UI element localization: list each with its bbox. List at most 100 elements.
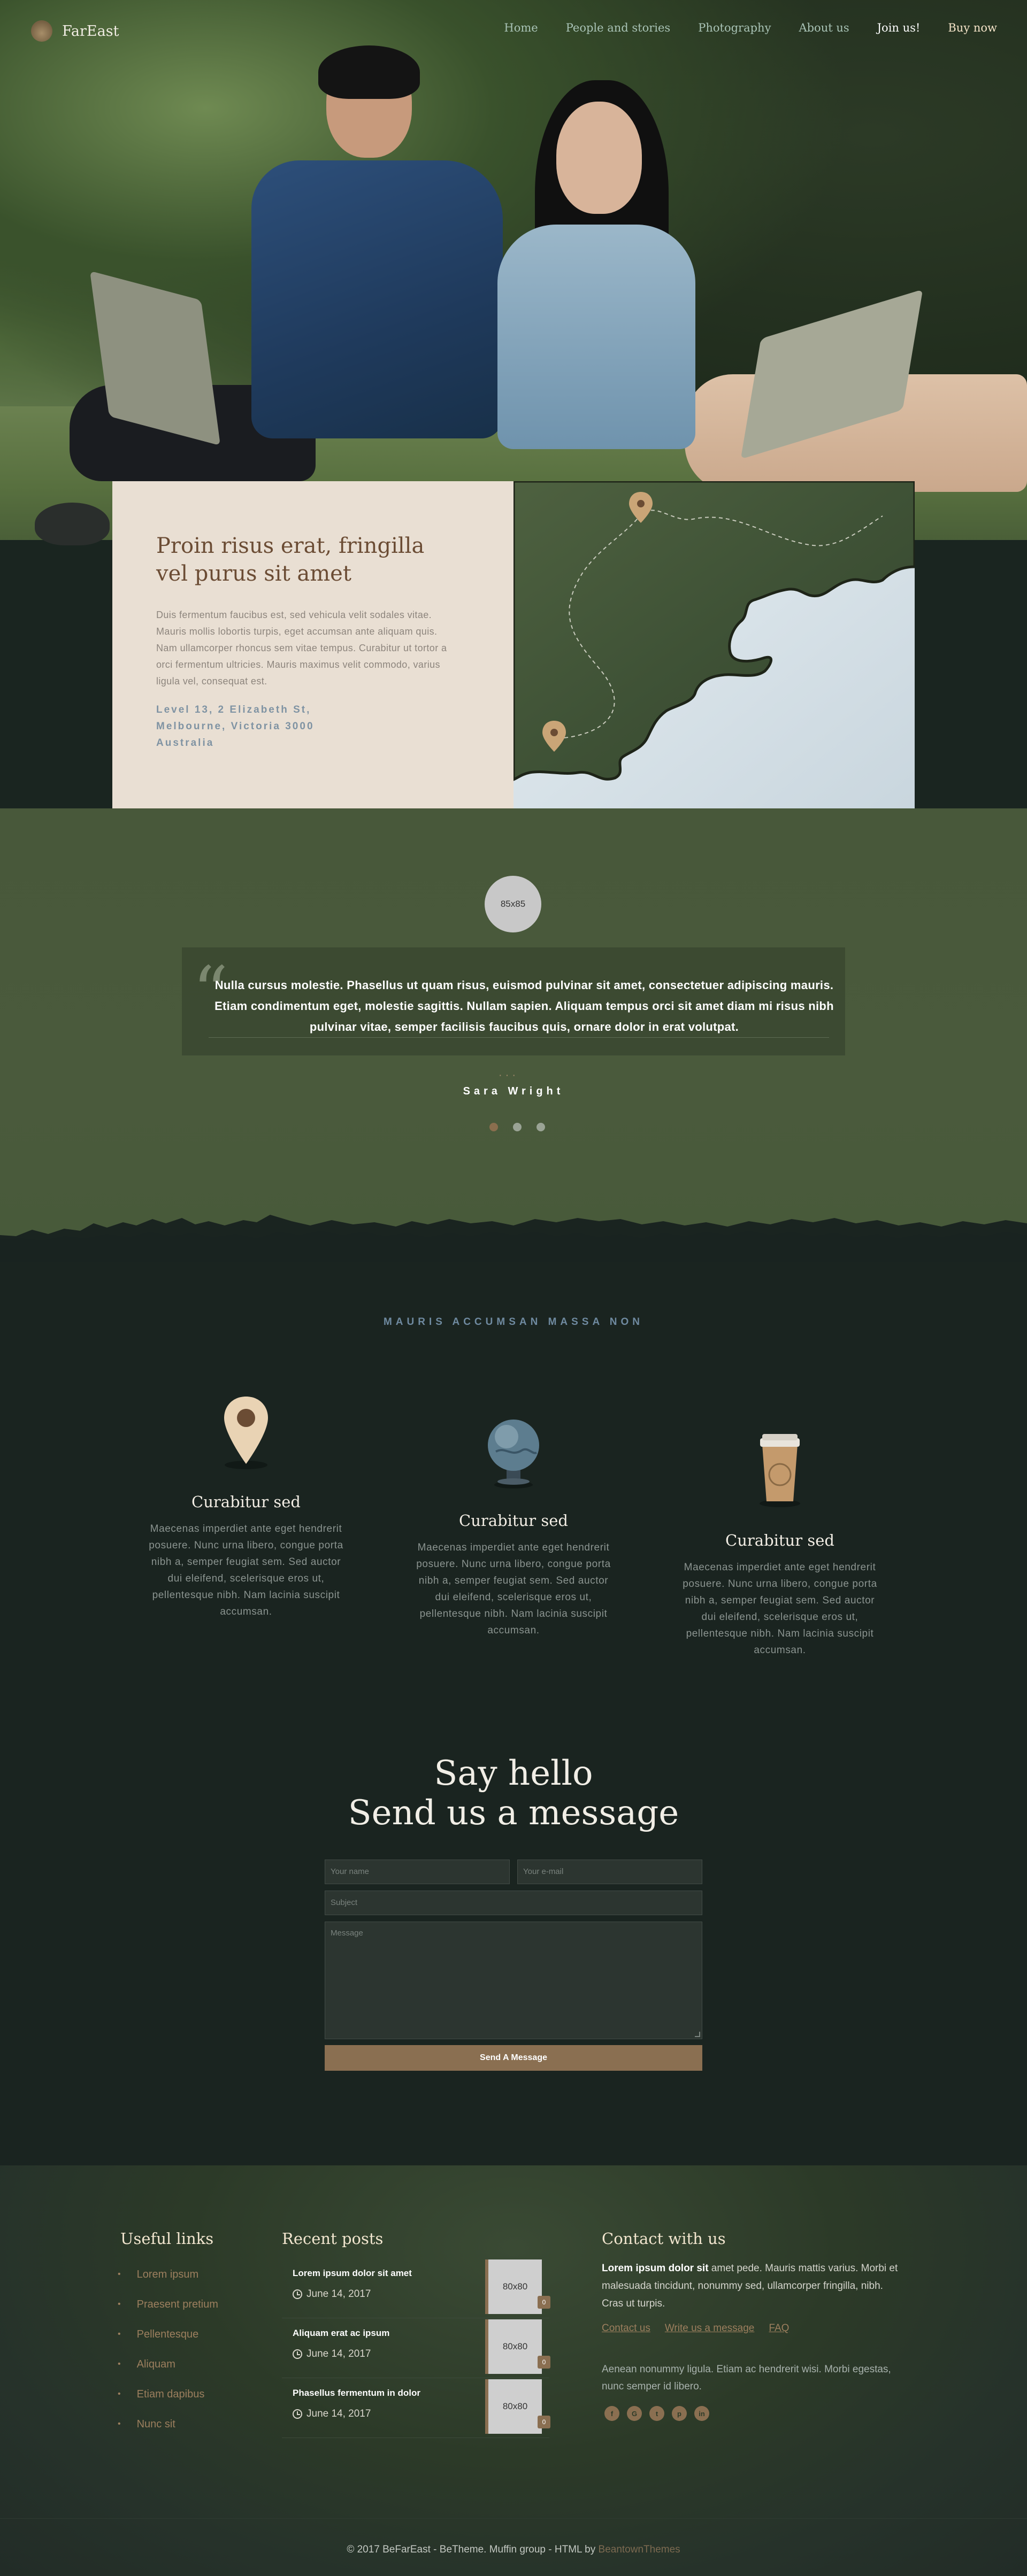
message-field[interactable]: Message: [325, 1922, 702, 2039]
feature-title: Curabitur sed: [725, 1531, 834, 1549]
comment-count-badge: 0: [538, 2296, 550, 2309]
useful-link[interactable]: Lorem ipsum: [118, 2259, 218, 2289]
top-navigation: FarEast Home People and stories Photogra…: [0, 0, 1027, 59]
testimonial-quote: Nulla cursus molestie. Phasellus ut quam…: [214, 978, 834, 1034]
post-thumbnail[interactable]: 80x80 0: [485, 2259, 550, 2314]
copyright-brand-link[interactable]: BeantownThemes: [599, 2544, 680, 2555]
useful-link[interactable]: Praesent pretium: [118, 2289, 218, 2319]
recent-post[interactable]: Lorem ipsum dolor sit amet June 14, 2017…: [282, 2259, 550, 2318]
nav-link-about-us[interactable]: About us: [799, 21, 849, 34]
main-menu: Home People and stories Photography Abou…: [476, 21, 997, 34]
nav-link-photography[interactable]: Photography: [698, 21, 771, 34]
post-date-text: June 14, 2017: [306, 2348, 371, 2359]
post-date-text: June 14, 2017: [306, 2288, 371, 2300]
social-icons: f G t p in: [604, 2406, 709, 2421]
feature-card: Curabitur sed Maecenas imperdiet ante eg…: [144, 1385, 348, 1620]
copyright-text: © 2017 BeFarEast - BeTheme. Muffin group…: [347, 2544, 599, 2555]
google-plus-icon[interactable]: G: [627, 2406, 642, 2421]
mountain-ridge-divider: [0, 1215, 1027, 1262]
twitter-icon[interactable]: t: [649, 2406, 664, 2421]
nav-link-buy-now[interactable]: Buy now: [948, 21, 997, 34]
email-field[interactable]: Your e-mail: [517, 1860, 702, 1884]
subject-field[interactable]: Subject: [325, 1891, 702, 1915]
thumbnail-placeholder: 80x80: [502, 2281, 528, 2292]
feature-text: Maecenas imperdiet ante eget hendrerit p…: [683, 1562, 877, 1656]
feature-card: Curabitur sed Maecenas imperdiet ante eg…: [678, 1423, 882, 1659]
recent-post[interactable]: Aliquam erat ac ipsum June 14, 2017 80x8…: [282, 2319, 550, 2378]
pager-dot-1[interactable]: [489, 1123, 498, 1131]
faq-link[interactable]: FAQ: [769, 2323, 789, 2334]
info-card: Proin risus erat, fringilla vel purus si…: [112, 481, 514, 808]
footer-divider: [0, 2518, 1027, 2519]
features-eyebrow: MAURIS ACCUMSAN MASSA NON: [383, 1316, 644, 1328]
ellipsis-decoration: ···: [499, 1069, 519, 1081]
hero-person-woman-face: [556, 102, 642, 214]
clock-icon: [293, 2289, 302, 2299]
post-date: June 14, 2017: [293, 2408, 371, 2420]
post-thumbnail[interactable]: 80x80 0: [485, 2319, 550, 2374]
thumbnail-placeholder: 80x80: [502, 2341, 528, 2351]
contact-links: Contact us Write us a message FAQ: [602, 2323, 789, 2334]
name-field[interactable]: Your name: [325, 1860, 510, 1884]
nav-link-join-us[interactable]: Join us!: [877, 21, 921, 34]
write-message-link[interactable]: Write us a message: [665, 2323, 755, 2334]
nav-link-home[interactable]: Home: [504, 21, 538, 34]
pager-dot-3[interactable]: [537, 1123, 545, 1131]
thumbnail-placeholder: 80x80: [502, 2401, 528, 2411]
brand-name: FarEast: [62, 22, 119, 40]
comment-count-badge: 0: [538, 2416, 550, 2428]
coffee-cup-icon: [734, 1423, 825, 1514]
feature-text: Maecenas imperdiet ante eget hendrerit p…: [416, 1542, 611, 1636]
contact-text-bold: Lorem ipsum dolor sit: [602, 2263, 709, 2274]
info-body: Duis fermentum faucibus est, sed vehicul…: [156, 610, 447, 687]
globe-icon: [468, 1403, 559, 1494]
clock-icon: [293, 2349, 302, 2359]
facebook-icon[interactable]: f: [604, 2406, 619, 2421]
brand-logo-icon: [31, 20, 52, 42]
brand-logo[interactable]: FarEast: [31, 20, 119, 42]
recent-post[interactable]: Phasellus fermentum in dolor June 14, 20…: [282, 2379, 550, 2438]
post-date-text: June 14, 2017: [306, 2408, 371, 2419]
divider: [209, 1037, 829, 1038]
nav-link-people-and-stories[interactable]: People and stories: [566, 21, 671, 34]
post-date: June 14, 2017: [293, 2348, 371, 2360]
send-message-button[interactable]: Send A Message: [325, 2045, 702, 2071]
info-address: Level 13, 2 Elizabeth St, Melbourne, Vic…: [156, 701, 470, 751]
hero-photo: [0, 0, 1027, 545]
contact-text: Lorem ipsum dolor sit amet pede. Mauris …: [602, 2259, 901, 2312]
contact-us-link[interactable]: Contact us: [602, 2323, 650, 2334]
useful-link[interactable]: Pellentesque: [118, 2319, 218, 2349]
contact-heading-line1: Say hello: [434, 1754, 593, 1793]
useful-link[interactable]: Etiam dapibus: [118, 2379, 218, 2409]
pinterest-icon[interactable]: p: [672, 2406, 687, 2421]
address-line: Level 13, 2 Elizabeth St,: [156, 704, 311, 715]
hero-person-man-jacket: [251, 160, 503, 438]
comment-count-badge: 0: [538, 2356, 550, 2369]
post-date: June 14, 2017: [293, 2288, 371, 2300]
testimonial-pager: [489, 1123, 545, 1131]
post-title[interactable]: Aliquam erat ac ipsum: [293, 2328, 389, 2339]
contact-text-secondary: Aenean nonummy ligula. Etiam ac hendreri…: [602, 2364, 891, 2392]
linkedin-icon[interactable]: in: [694, 2406, 709, 2421]
feature-card: Curabitur sed Maecenas imperdiet ante eg…: [412, 1403, 615, 1639]
post-title[interactable]: Phasellus fermentum in dolor: [293, 2388, 420, 2398]
hero-person-woman-dress: [497, 225, 695, 449]
map-graphic: [514, 481, 915, 808]
testimonial-avatar: 85x85: [485, 876, 541, 932]
address-line: Australia: [156, 737, 214, 749]
clock-icon: [293, 2409, 302, 2419]
feature-title: Curabitur sed: [191, 1493, 301, 1511]
feature-title: Curabitur sed: [459, 1511, 568, 1530]
useful-link[interactable]: Aliquam: [118, 2349, 218, 2379]
contact-heading: Say hello Send us a message: [0, 1754, 1027, 1833]
post-title[interactable]: Lorem ipsum dolor sit amet: [293, 2268, 412, 2279]
contact-title: Contact with us: [602, 2230, 726, 2248]
address-line: Melbourne, Victoria 3000: [156, 721, 315, 732]
hero-rock: [35, 503, 110, 545]
post-thumbnail[interactable]: 80x80 0: [485, 2379, 550, 2434]
useful-links-title: Useful links: [120, 2230, 214, 2248]
location-map[interactable]: [514, 481, 915, 808]
useful-link[interactable]: Nunc sit: [118, 2409, 218, 2439]
copyright: © 2017 BeFarEast - BeTheme. Muffin group…: [0, 2544, 1027, 2556]
pager-dot-2[interactable]: [513, 1123, 522, 1131]
